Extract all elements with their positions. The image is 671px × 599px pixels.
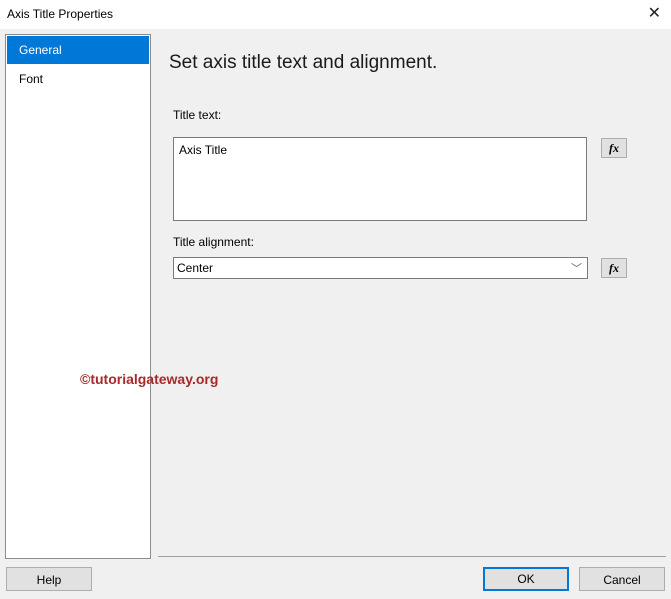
title-alignment-select[interactable]: Center ﹀ [173,257,588,279]
watermark: ©tutorialgateway.org [80,371,219,387]
chevron-down-icon: ﹀ [571,263,582,275]
window-title: Axis Title Properties [7,7,114,21]
page-title: Set axis title text and alignment. [169,52,438,73]
sidebar-nav: General Font [5,34,151,559]
title-text-value: Axis Title [179,143,228,157]
ok-button[interactable]: OK [483,567,569,591]
close-icon[interactable]: ✕ [648,3,661,23]
title-text-expression-button[interactable]: fx [601,138,627,158]
title-bar: Axis Title Properties ✕ [0,0,671,29]
sidebar-item-general[interactable]: General [7,36,149,64]
sidebar-item-font[interactable]: Font [7,65,149,93]
title-text-input[interactable]: Axis Title [173,137,587,221]
title-text-label: Title text: [173,108,222,122]
title-alignment-label: Title alignment: [173,235,254,249]
divider [158,556,666,557]
title-alignment-value: Center [177,261,214,275]
help-button[interactable]: Help [6,567,92,591]
title-alignment-expression-button[interactable]: fx [601,258,627,278]
cancel-button[interactable]: Cancel [579,567,665,591]
